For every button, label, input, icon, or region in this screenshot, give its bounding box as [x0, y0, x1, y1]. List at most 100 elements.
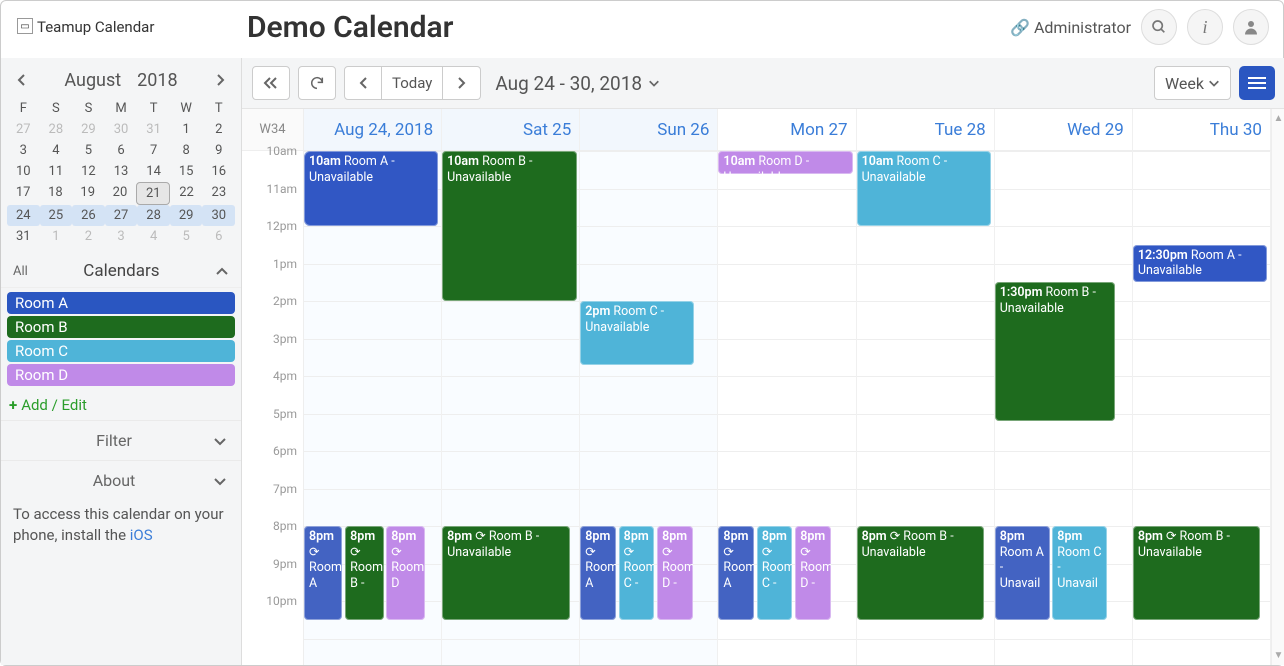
mini-day[interactable]: 30 [202, 205, 235, 226]
event[interactable]: 10am Room C - Unavailable [857, 151, 991, 226]
event[interactable]: 8pm ⟳ Room D - [795, 526, 831, 620]
event[interactable]: 8pm ⟳ Room B - Unavailable [442, 526, 570, 620]
admin-link[interactable]: 🔗 Administrator [1010, 18, 1131, 37]
mini-day[interactable]: 28 [40, 119, 73, 140]
mini-day[interactable]: 11 [40, 161, 73, 182]
mini-day[interactable]: 26 [72, 205, 105, 226]
event[interactable]: 8pm ⟳ Room C - [619, 526, 655, 620]
event[interactable]: 8pm ⟳ Room D - [657, 526, 693, 620]
event[interactable]: 10am Room A - Unavailable [304, 151, 438, 226]
day-header[interactable]: Mon 27 [718, 109, 856, 150]
event[interactable]: 10am Room B - Unavailable [442, 151, 576, 301]
calendars-all[interactable]: All [13, 264, 28, 279]
day-header[interactable]: Wed 29 [995, 109, 1133, 150]
mini-day[interactable]: 1 [40, 226, 73, 247]
event[interactable]: 1:30pm Room B - Unavailable [995, 282, 1116, 421]
menu-button[interactable] [1239, 66, 1275, 100]
mini-day[interactable]: 6 [105, 140, 138, 161]
mini-day[interactable]: 29 [72, 119, 105, 140]
event[interactable]: 8pm ⟳ Room B - Unavailable [1133, 526, 1261, 620]
mini-day[interactable]: 18 [39, 182, 71, 205]
day-header[interactable]: Thu 30 [1133, 109, 1271, 150]
mini-day[interactable]: 19 [72, 182, 104, 205]
ios-link[interactable]: iOS [130, 526, 153, 544]
day-column[interactable]: 1:30pm Room B - Unavailable 8pm Room A - … [995, 151, 1133, 665]
mini-day[interactable]: 3 [105, 226, 138, 247]
event[interactable]: 8pm ⟳ Room A [580, 526, 616, 620]
mini-calendar[interactable]: FSSMTWT272829303112345678910111213141516… [1, 96, 241, 255]
mini-day[interactable]: 14 [137, 161, 170, 182]
about-section[interactable]: About [1, 460, 241, 500]
next-button[interactable] [443, 66, 481, 100]
mini-day[interactable]: 27 [7, 119, 40, 140]
calendar-chip[interactable]: Room A [7, 292, 235, 314]
mini-day[interactable]: 31 [137, 119, 170, 140]
mini-day[interactable]: 31 [7, 226, 40, 247]
mini-day[interactable]: 2 [72, 226, 105, 247]
date-range[interactable]: Aug 24 - 30, 2018 [495, 72, 660, 95]
event[interactable]: 8pm ⟳ Room A [718, 526, 754, 620]
info-button[interactable]: i [1187, 9, 1223, 45]
mini-prev[interactable] [9, 68, 33, 92]
search-button[interactable] [1141, 9, 1177, 45]
mini-day[interactable]: 4 [40, 140, 73, 161]
event[interactable]: 12:30pm Room A - Unavailable [1133, 245, 1267, 283]
scroll-up-icon[interactable]: ▲ [1274, 113, 1284, 124]
event[interactable]: 10am Room D - Unavailable [718, 151, 852, 174]
mini-day[interactable]: 16 [202, 161, 235, 182]
mini-day[interactable]: 3 [7, 140, 40, 161]
event[interactable]: 8pm Room A - Unavail [995, 526, 1050, 620]
event[interactable]: 2pm Room C - Unavailable [580, 301, 694, 365]
mini-title[interactable]: August 2018 [64, 70, 177, 91]
mini-next[interactable] [209, 68, 233, 92]
user-button[interactable] [1233, 9, 1269, 45]
calendar-chip[interactable]: Room C [7, 340, 235, 362]
day-header[interactable]: Sun 26 [580, 109, 718, 150]
mini-day[interactable]: 2 [202, 119, 235, 140]
mini-day[interactable]: 23 [203, 182, 235, 205]
mini-day[interactable]: 9 [202, 140, 235, 161]
scroll-down-icon[interactable]: ▼ [1274, 650, 1284, 661]
grid-body[interactable]: 10am Room A - Unavailable8pm ⟳ Room A8pm… [304, 151, 1271, 665]
today-button[interactable]: Today [382, 66, 443, 100]
view-selector[interactable]: Week [1154, 66, 1231, 100]
event[interactable]: 8pm ⟳ Room A [304, 526, 342, 620]
mini-day[interactable]: 24 [7, 205, 40, 226]
mini-day[interactable]: 1 [170, 119, 203, 140]
day-column[interactable]: 2pm Room C - Unavailable8pm ⟳ Room A8pm … [580, 151, 718, 665]
mini-day[interactable]: 29 [170, 205, 203, 226]
mini-day[interactable]: 30 [105, 119, 138, 140]
mini-day[interactable]: 28 [137, 205, 170, 226]
event[interactable]: 8pm ⟳ Room D [386, 526, 424, 620]
day-header[interactable]: Tue 28 [857, 109, 995, 150]
event[interactable]: 8pm ⟳ Room B - [345, 526, 383, 620]
day-column[interactable]: 10am Room A - Unavailable8pm ⟳ Room A8pm… [304, 151, 442, 665]
mini-day[interactable]: 27 [105, 205, 138, 226]
event[interactable]: 8pm ⟳ Room C - [757, 526, 793, 620]
mini-day[interactable]: 12 [72, 161, 105, 182]
mini-day[interactable]: 22 [170, 182, 202, 205]
mini-day[interactable]: 8 [170, 140, 203, 161]
calendar-chip[interactable]: Room D [7, 364, 235, 386]
day-column[interactable]: 12:30pm Room A - Unavailable 8pm ⟳ Room B… [1133, 151, 1271, 665]
calendar-chip[interactable]: Room B [7, 316, 235, 338]
mini-day[interactable]: 21 [136, 182, 170, 205]
mini-day[interactable]: 25 [40, 205, 73, 226]
mini-day[interactable]: 5 [170, 226, 203, 247]
scrollbar[interactable]: ▲ ▼ [1271, 109, 1284, 665]
mini-day[interactable]: 6 [202, 226, 235, 247]
day-column[interactable]: 10am Room B - Unavailable 8pm ⟳ Room B - … [442, 151, 580, 665]
calendars-header[interactable]: All Calendars [1, 255, 241, 288]
prev-button[interactable] [344, 66, 382, 100]
day-column[interactable]: 10am Room C - Unavailable 8pm ⟳ Room B - … [857, 151, 995, 665]
mini-day[interactable]: 10 [7, 161, 40, 182]
day-header[interactable]: Sat 25 [442, 109, 580, 150]
back-all-button[interactable] [252, 66, 290, 100]
add-edit-button[interactable]: +Add / Edit [1, 390, 241, 420]
mini-day[interactable]: 7 [137, 140, 170, 161]
day-header[interactable]: Aug 24, 2018 [304, 109, 442, 150]
event[interactable]: 8pm ⟳ Room B - Unavailable [857, 526, 985, 620]
mini-day[interactable]: 15 [170, 161, 203, 182]
refresh-button[interactable] [298, 66, 336, 100]
mini-day[interactable]: 17 [7, 182, 39, 205]
